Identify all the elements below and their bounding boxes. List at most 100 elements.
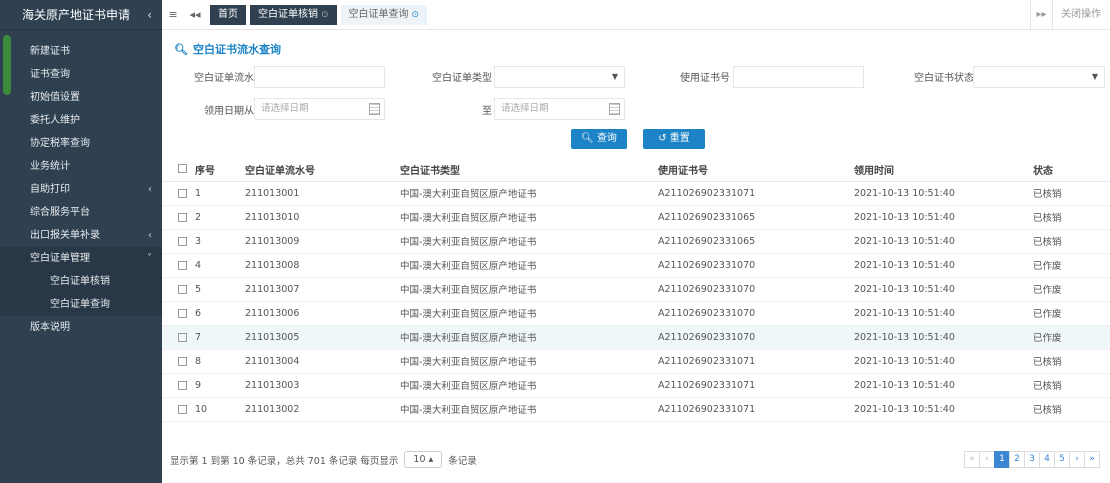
col-header-type[interactable]: 空白证书类型 bbox=[400, 158, 658, 182]
serial-input[interactable] bbox=[254, 66, 385, 88]
chevron-left-icon: ‹ bbox=[148, 184, 152, 195]
cell-time: 2021-10-13 10:51:40 bbox=[854, 397, 1033, 422]
row-checkbox[interactable] bbox=[178, 308, 187, 318]
prev-page-button[interactable]: ‹ bbox=[979, 451, 995, 468]
sidebar-item-self-print[interactable]: 自助打印 ‹ bbox=[0, 178, 162, 201]
close-operations-button[interactable]: 关闭操作 bbox=[1052, 0, 1110, 30]
tab-close-icon[interactable]: ⊙ bbox=[412, 10, 420, 20]
cell-time: 2021-10-13 10:51:40 bbox=[854, 181, 1033, 206]
calendar-icon[interactable] bbox=[369, 103, 380, 115]
page-button-2[interactable]: 2 bbox=[1009, 451, 1025, 468]
cell-cert-no: A211026902331071 bbox=[658, 181, 854, 206]
table-row[interactable]: 3 211013009 中国-澳大利亚自贸区原产地证书 A21102690233… bbox=[162, 229, 1110, 254]
sidebar-item-version-notes[interactable]: 版本说明 bbox=[0, 316, 162, 339]
reset-button[interactable]: ↺ 重置 bbox=[643, 129, 705, 149]
table-header-row: 序号 空白证单流水号 空白证书类型 使用证书号 领用时间 状态 bbox=[162, 158, 1110, 182]
table-row[interactable]: 10 211013002 中国-澳大利亚自贸区原产地证书 A2110269023… bbox=[162, 397, 1110, 422]
type-select[interactable]: ▼ bbox=[494, 66, 625, 88]
dropdown-caret-icon: ▼ bbox=[1091, 72, 1098, 81]
table-row[interactable]: 7 211013005 中国-澳大利亚自贸区原产地证书 A21102690233… bbox=[162, 325, 1110, 350]
dropdown-caret-icon: ▼ bbox=[611, 72, 618, 81]
table-row[interactable]: 9 211013003 中国-澳大利亚自贸区原产地证书 A21102690233… bbox=[162, 373, 1110, 398]
cell-status: 已核销 bbox=[1033, 205, 1110, 230]
page-button-4[interactable]: 4 bbox=[1039, 451, 1055, 468]
row-checkbox[interactable] bbox=[178, 332, 187, 342]
forward-icon[interactable]: ▸▸ bbox=[1030, 0, 1052, 30]
row-checkbox[interactable] bbox=[178, 212, 187, 222]
col-header-cert-no[interactable]: 使用证书号 bbox=[658, 158, 854, 182]
row-checkbox[interactable] bbox=[178, 380, 187, 390]
sidebar-item-blank-cert-management[interactable]: 空白证单管理 ˅ bbox=[0, 247, 162, 270]
table-row[interactable]: 6 211013006 中国-澳大利亚自贸区原产地证书 A21102690233… bbox=[162, 301, 1110, 326]
row-checkbox[interactable] bbox=[178, 356, 187, 366]
sidebar-item-initial-settings[interactable]: 初始值设置 bbox=[0, 86, 162, 109]
sidebar-subitem-blank-cert-writeoff[interactable]: 空白证单核销 bbox=[0, 270, 162, 293]
table-row[interactable]: 5 211013007 中国-澳大利亚自贸区原产地证书 A21102690233… bbox=[162, 277, 1110, 302]
page-size-select[interactable]: 10 ▴ bbox=[404, 451, 443, 468]
sidebar-item-client-maintenance[interactable]: 委托人维护 bbox=[0, 109, 162, 132]
cert-no-input[interactable] bbox=[733, 66, 864, 88]
tab-close-icon[interactable]: ⊙ bbox=[321, 10, 329, 20]
cell-cert-no: A211026902331071 bbox=[658, 397, 854, 422]
cell-status: 已核销 bbox=[1033, 349, 1110, 374]
col-header-no[interactable]: 序号 bbox=[187, 158, 245, 182]
row-checkbox[interactable] bbox=[178, 236, 187, 246]
query-button[interactable]: 🔍︎ 查询 bbox=[571, 129, 627, 149]
cell-serial: 211013008 bbox=[245, 253, 400, 278]
calendar-icon[interactable] bbox=[609, 103, 620, 115]
tab-blank-cert-writeoff[interactable]: 空白证单核销 ⊙ bbox=[250, 4, 337, 25]
cell-cert-no: A211026902331071 bbox=[658, 373, 854, 398]
table-row[interactable]: 2 211013010 中国-澳大利亚自贸区原产地证书 A21102690233… bbox=[162, 205, 1110, 230]
next-page-button[interactable]: › bbox=[1069, 451, 1085, 468]
sidebar-scrollbar[interactable] bbox=[3, 35, 11, 95]
cell-cert-no: A211026902331065 bbox=[658, 205, 854, 230]
cell-time: 2021-10-13 10:51:40 bbox=[854, 325, 1033, 350]
menu-icon[interactable]: ≡ bbox=[162, 8, 184, 21]
first-page-button[interactable]: « bbox=[964, 451, 980, 468]
col-header-status[interactable]: 状态 bbox=[1033, 158, 1110, 182]
page-button-3[interactable]: 3 bbox=[1024, 451, 1040, 468]
sidebar-subitem-blank-cert-query[interactable]: 空白证单查询 bbox=[0, 293, 162, 316]
page-button-5[interactable]: 5 bbox=[1054, 451, 1070, 468]
date-from-input[interactable]: 请选择日期 bbox=[254, 98, 385, 120]
sidebar-item-cert-query[interactable]: 证书查询 bbox=[0, 63, 162, 86]
sidebar-item-export-declaration[interactable]: 出口报关单补录 ‹ bbox=[0, 224, 162, 247]
cell-serial: 211013003 bbox=[245, 373, 400, 398]
cell-type: 中国-澳大利亚自贸区原产地证书 bbox=[400, 373, 658, 398]
row-checkbox[interactable] bbox=[178, 188, 187, 198]
app-title: 海关原产地证书申请 bbox=[22, 8, 131, 22]
col-header-serial[interactable]: 空白证单流水号 bbox=[245, 158, 400, 182]
row-checkbox[interactable] bbox=[178, 260, 187, 270]
sidebar-item-service-platform[interactable]: 综合服务平台 bbox=[0, 201, 162, 224]
page-button-1[interactable]: 1 bbox=[994, 451, 1010, 468]
col-header-time[interactable]: 领用时间 bbox=[854, 158, 1033, 182]
select-all-checkbox[interactable] bbox=[178, 164, 187, 174]
cell-type: 中国-澳大利亚自贸区原产地证书 bbox=[400, 301, 658, 326]
status-select[interactable]: ▼ bbox=[973, 66, 1105, 88]
section-title: 🔍︎ 空白证书流水查询 bbox=[174, 42, 281, 57]
sidebar-item-statistics[interactable]: 业务统计 bbox=[0, 155, 162, 178]
collapse-arrow-icon[interactable]: ‹ bbox=[147, 8, 152, 22]
cell-serial: 211013009 bbox=[245, 229, 400, 254]
cell-no: 5 bbox=[187, 277, 245, 302]
main-content: 🔍︎ 空白证书流水查询 空白证单流水号 空白证单类型 ▼ 使用证书号 空白证书状… bbox=[162, 31, 1110, 483]
records-suffix: 条记录 bbox=[448, 455, 477, 467]
row-checkbox[interactable] bbox=[178, 284, 187, 294]
last-page-button[interactable]: » bbox=[1084, 451, 1100, 468]
cell-serial: 211013007 bbox=[245, 277, 400, 302]
cell-type: 中国-澳大利亚自贸区原产地证书 bbox=[400, 325, 658, 350]
back-icon[interactable]: ◂◂ bbox=[184, 8, 206, 21]
row-checkbox[interactable] bbox=[178, 404, 187, 414]
table-row[interactable]: 4 211013008 中国-澳大利亚自贸区原产地证书 A21102690233… bbox=[162, 253, 1110, 278]
cell-status: 已核销 bbox=[1033, 229, 1110, 254]
table-row[interactable]: 1 211013001 中国-澳大利亚自贸区原产地证书 A21102690233… bbox=[162, 181, 1110, 206]
cell-type: 中国-澳大利亚自贸区原产地证书 bbox=[400, 253, 658, 278]
tab-home[interactable]: 首页 bbox=[210, 4, 246, 25]
table-row[interactable]: 8 211013004 中国-澳大利亚自贸区原产地证书 A21102690233… bbox=[162, 349, 1110, 374]
tab-blank-cert-query[interactable]: 空白证单查询 ⊙ bbox=[340, 4, 428, 25]
sidebar-item-tariff-query[interactable]: 协定税率查询 bbox=[0, 132, 162, 155]
table-footer: 显示第 1 到第 10 条记录，总共 701 条记录 每页显示 10 ▴ 条记录 bbox=[170, 451, 477, 468]
date-to-input[interactable]: 请选择日期 bbox=[494, 98, 625, 120]
sidebar-item-new-cert[interactable]: 新建证书 bbox=[0, 40, 162, 63]
records-summary: 显示第 1 到第 10 条记录，总共 701 条记录 每页显示 bbox=[170, 455, 399, 467]
